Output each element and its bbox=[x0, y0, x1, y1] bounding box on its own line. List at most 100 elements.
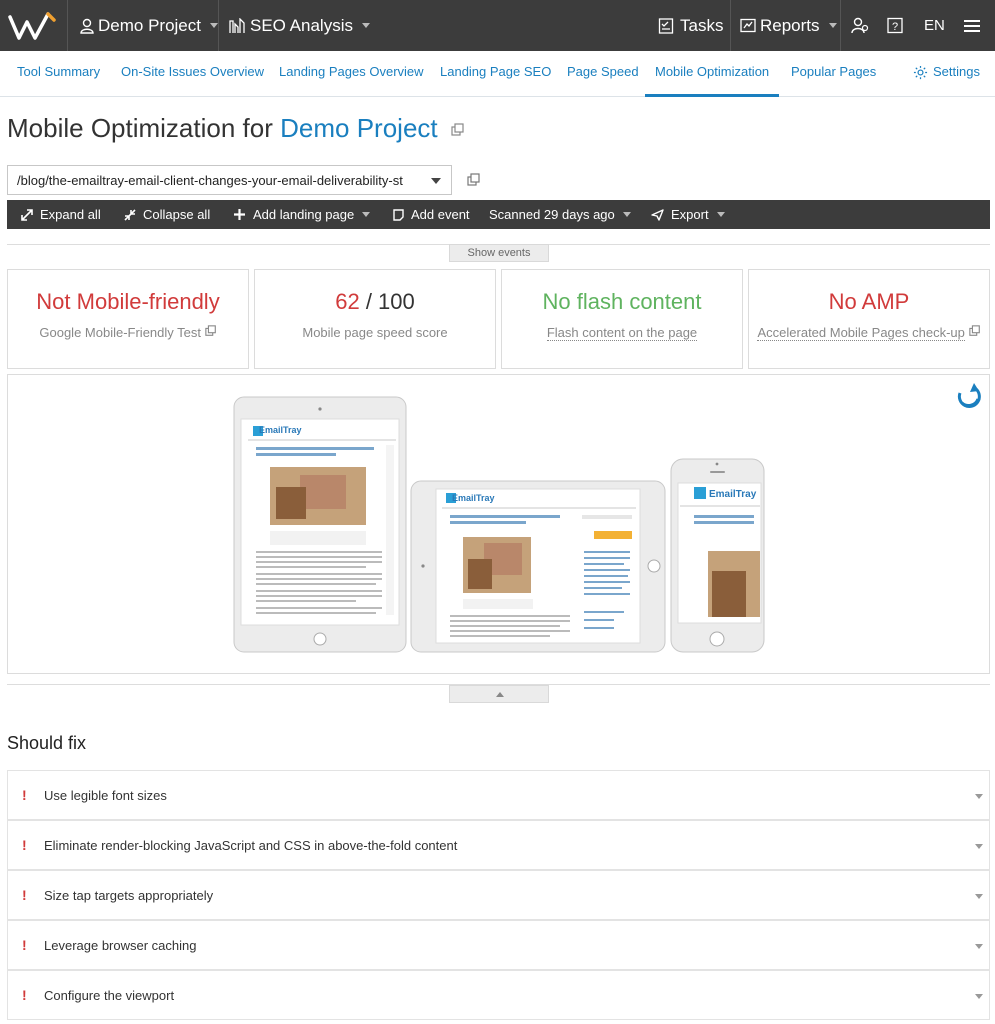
account-button[interactable] bbox=[851, 0, 869, 51]
device-preview: EmailTray EmailTray EmailTray bbox=[7, 374, 990, 674]
module-dropdown[interactable]: SEO Analysis bbox=[229, 0, 370, 51]
issue-row[interactable]: ! Leverage browser caching bbox=[7, 920, 990, 970]
mobile-friendly-value: Not Mobile-friendly bbox=[36, 289, 220, 314]
gear-icon bbox=[913, 65, 928, 79]
external-link-icon bbox=[204, 325, 216, 336]
page-title-text: Mobile Optimization for bbox=[7, 113, 273, 143]
page-title-project: Demo Project bbox=[280, 113, 438, 143]
tab-on-site-issues[interactable]: On-Site Issues Overview bbox=[121, 51, 264, 97]
issue-row[interactable]: ! Configure the viewport bbox=[7, 970, 990, 1020]
tab-landing-page-seo[interactable]: Landing Page SEO bbox=[440, 51, 551, 97]
add-landing-page-label: Add landing page bbox=[253, 207, 355, 222]
logo-icon bbox=[8, 11, 56, 40]
module-name: SEO Analysis bbox=[250, 15, 353, 35]
issue-label: Use legible font sizes bbox=[44, 788, 167, 803]
add-event-label: Add event bbox=[411, 207, 470, 222]
collapse-all-button[interactable]: Collapse all bbox=[124, 200, 210, 229]
speed-score-card: 62 / 100 Mobile page speed score bbox=[254, 269, 496, 369]
tablet-landscape-brand: EmailTray bbox=[452, 493, 495, 503]
mobile-friendly-label: Google Mobile-Friendly Test bbox=[39, 325, 201, 340]
flash-value: No flash content bbox=[542, 289, 702, 314]
tasks-button[interactable]: Tasks bbox=[658, 0, 723, 51]
reports-dropdown[interactable]: Reports bbox=[740, 0, 837, 51]
warning-icon: ! bbox=[22, 887, 27, 903]
settings-button[interactable]: Settings bbox=[913, 51, 980, 93]
chevron-down-icon bbox=[975, 894, 983, 899]
expand-icon bbox=[21, 208, 33, 221]
warning-icon: ! bbox=[22, 837, 27, 853]
scanned-dropdown[interactable]: Scanned 29 days ago bbox=[489, 200, 631, 229]
tab-popular-pages[interactable]: Popular Pages bbox=[791, 51, 876, 97]
amp-value: No AMP bbox=[828, 289, 910, 314]
copy-url-icon[interactable] bbox=[467, 173, 481, 187]
phone-brand: EmailTray bbox=[709, 489, 757, 500]
phone-device bbox=[670, 458, 765, 653]
project-dropdown[interactable]: Demo Project bbox=[80, 0, 218, 51]
chevron-down-icon bbox=[716, 212, 725, 217]
user-icon bbox=[80, 18, 94, 34]
url-select[interactable]: /blog/the-emailtray-email-client-changes… bbox=[7, 165, 452, 195]
copy-icon[interactable] bbox=[451, 123, 465, 137]
tab-mobile-optimization[interactable]: Mobile Optimization bbox=[645, 51, 780, 97]
speed-score-value: 62 bbox=[335, 289, 360, 314]
tasks-label: Tasks bbox=[680, 15, 724, 35]
event-icon bbox=[393, 208, 404, 221]
warning-icon: ! bbox=[22, 787, 27, 803]
tab-tool-summary[interactable]: Tool Summary bbox=[17, 51, 100, 97]
chevron-down-icon bbox=[828, 23, 837, 28]
chevron-up-icon bbox=[496, 692, 504, 697]
issue-label: Size tap targets appropriately bbox=[44, 888, 214, 903]
export-label: Export bbox=[671, 207, 709, 222]
tab-landing-pages-overview[interactable]: Landing Pages Overview bbox=[279, 51, 424, 97]
show-events-button[interactable]: Show events bbox=[449, 244, 549, 262]
flash-label: Flash content on the page bbox=[546, 325, 698, 341]
collapse-preview-button[interactable] bbox=[449, 685, 549, 703]
issue-row[interactable]: ! Use legible font sizes bbox=[7, 770, 990, 820]
chevron-down-icon bbox=[362, 23, 370, 28]
flash-card: No flash content Flash content on the pa… bbox=[501, 269, 743, 369]
help-button[interactable]: ? bbox=[887, 0, 903, 51]
warning-icon: ! bbox=[22, 987, 27, 1003]
chevron-down-icon bbox=[209, 23, 218, 28]
chevron-down-icon bbox=[362, 212, 371, 217]
amp-check-link[interactable]: Accelerated Mobile Pages check-up bbox=[749, 325, 989, 341]
expand-all-label: Expand all bbox=[40, 207, 101, 222]
external-link-icon bbox=[968, 325, 980, 336]
settings-label: Settings bbox=[933, 64, 980, 79]
speed-score-label: Mobile page speed score bbox=[302, 325, 448, 340]
project-name: Demo Project bbox=[98, 15, 201, 35]
issue-row[interactable]: ! Size tap targets appropriately bbox=[7, 870, 990, 920]
expand-all-button[interactable]: Expand all bbox=[21, 200, 101, 229]
reports-label: Reports bbox=[760, 15, 820, 35]
collapse-icon bbox=[124, 208, 136, 221]
top-bar: Demo Project SEO Analysis Tasks Reports … bbox=[0, 0, 995, 51]
reports-icon bbox=[740, 18, 756, 33]
add-event-button[interactable]: Add event bbox=[393, 200, 470, 229]
chevron-down-icon bbox=[622, 212, 631, 217]
account-icon bbox=[851, 17, 869, 34]
refresh-icon[interactable] bbox=[957, 383, 981, 408]
language-button[interactable]: EN bbox=[924, 0, 945, 51]
mobile-friendly-test-link[interactable]: Google Mobile-Friendly Test bbox=[8, 325, 248, 340]
tab-page-speed[interactable]: Page Speed bbox=[567, 51, 639, 97]
logo[interactable] bbox=[8, 0, 58, 51]
collapse-all-label: Collapse all bbox=[143, 207, 211, 222]
page-title: Mobile Optimization for Demo Project bbox=[7, 113, 465, 144]
svg-text:?: ? bbox=[892, 21, 898, 33]
help-icon: ? bbox=[887, 17, 903, 34]
should-fix-heading: Should fix bbox=[7, 733, 87, 753]
url-select-value: /blog/the-emailtray-email-client-changes… bbox=[17, 173, 403, 188]
tablet-portrait-device bbox=[233, 396, 407, 653]
add-landing-page-button[interactable]: Add landing page bbox=[234, 200, 371, 229]
chevron-down-icon bbox=[975, 944, 983, 949]
amp-label: Accelerated Mobile Pages check-up bbox=[757, 325, 965, 341]
export-dropdown[interactable]: Export bbox=[651, 200, 725, 229]
issue-row[interactable]: ! Eliminate render-blocking JavaScript a… bbox=[7, 820, 990, 870]
issue-label: Leverage browser caching bbox=[44, 938, 197, 953]
tablet-landscape-device bbox=[410, 480, 666, 653]
menu-button[interactable] bbox=[963, 0, 981, 51]
tool-tabs: Tool Summary On-Site Issues Overview Lan… bbox=[0, 51, 995, 97]
chevron-down-icon bbox=[975, 794, 983, 799]
action-toolbar: Expand all Collapse all Add landing page… bbox=[7, 200, 990, 229]
chevron-down-icon bbox=[975, 844, 983, 849]
